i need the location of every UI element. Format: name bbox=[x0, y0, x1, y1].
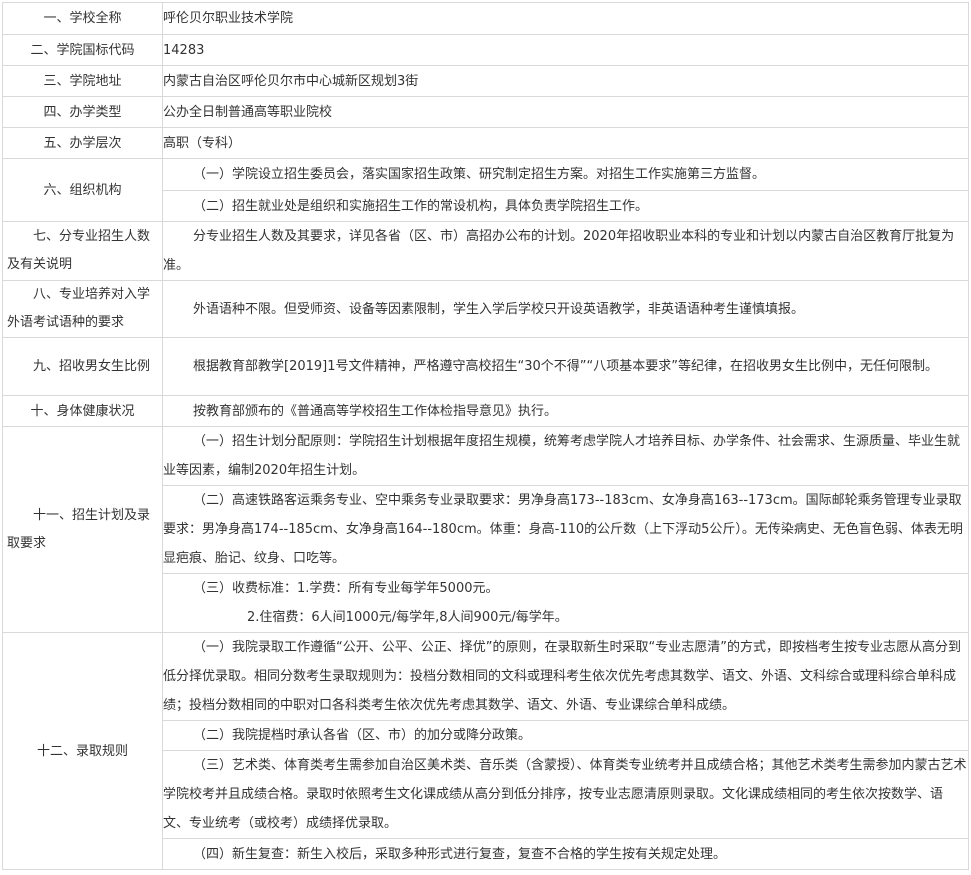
fee-line-1: （三）收费标准：1.学费：所有专业每学年5000元。 bbox=[193, 581, 499, 596]
row-label: 九、招收男女生比例 bbox=[2, 337, 163, 396]
table-row: 四、办学类型 公办全日制普通高等职业院校 bbox=[2, 96, 969, 128]
row-value: 根据教育部教学[2019]1号文件精神，严格遵守高校招生“30个不得”“八项基本… bbox=[162, 337, 969, 396]
row-label: 一、学校全称 bbox=[2, 2, 163, 35]
table-row: 九、招收男女生比例 根据教育部教学[2019]1号文件精神，严格遵守高校招生“3… bbox=[2, 337, 969, 396]
row-label: 八、专业培养对入学外语考试语种的要求 bbox=[2, 280, 163, 338]
admission-info-table: 一、学校全称 呼伦贝尔职业技术学院 二、学院国标代码 14283 三、学院地址 … bbox=[2, 2, 969, 870]
plan-item: （一）招生计划分配原则：学院招生计划根据年度招生规模，统筹考虑学院人才培养目标、… bbox=[162, 426, 969, 486]
table-row: 十一、招生计划及录取要求 （一）招生计划分配原则：学院招生计划根据年度招生规模，… bbox=[2, 426, 969, 633]
rules-item: （四）新生复查：新生入校后，采取多种形式进行复查，复查不合格的学生按有关规定处理… bbox=[162, 838, 969, 870]
row-value: 按教育部颁布的《普通高等学校招生工作体检指导意见》执行。 bbox=[162, 395, 969, 427]
table-row: 八、专业培养对入学外语考试语种的要求 外语语种不限。但受师资、设备等因素限制，学… bbox=[2, 280, 969, 338]
row-label: 二、学院国标代码 bbox=[2, 34, 163, 66]
row-label: 七、分专业招生人数及有关说明 bbox=[2, 221, 163, 281]
row-label: 十一、招生计划及录取要求 bbox=[2, 426, 163, 633]
org-item: （二）招生就业处是组织和实施招生工作的常设机构，具体负责学院招生工作。 bbox=[162, 190, 969, 222]
table-row: 三、学院地址 内蒙古自治区呼伦贝尔市中心城新区规划3街 bbox=[2, 65, 969, 97]
row-label: 四、办学类型 bbox=[2, 96, 163, 128]
row-value: 高职（专科） bbox=[162, 127, 969, 159]
table-row: 一、学校全称 呼伦贝尔职业技术学院 bbox=[2, 2, 969, 35]
table-row: 二、学院国标代码 14283 bbox=[2, 34, 969, 66]
table-row: 十二、录取规则 （一）我院录取工作遵循“公开、公平、公正、择优”的原则，在录取新… bbox=[2, 632, 969, 870]
rules-item: （二）我院提档时承认各省（区、市）的加分或降分政策。 bbox=[162, 720, 969, 751]
row-value: 内蒙古自治区呼伦贝尔市中心城新区规划3街 bbox=[162, 65, 969, 97]
table-row: 十、身体健康状况 按教育部颁布的《普通高等学校招生工作体检指导意见》执行。 bbox=[2, 395, 969, 427]
rules-item: （三）艺术类、体育类考生需参加自治区美术类、音乐类（含蒙授）、体育类专业统考并且… bbox=[162, 750, 969, 839]
row-value: 公办全日制普通高等职业院校 bbox=[162, 96, 969, 128]
org-item: （一）学院设立招生委员会，落实国家招生政策、研究制定招生方案。对招生工作实施第三… bbox=[162, 158, 969, 191]
row-value: 呼伦贝尔职业技术学院 bbox=[162, 2, 969, 35]
row-value: 14283 bbox=[162, 34, 969, 66]
table-row: 五、办学层次 高职（专科） bbox=[2, 127, 969, 159]
row-label: 五、办学层次 bbox=[2, 127, 163, 159]
plan-fee: （三）收费标准：1.学费：所有专业每学年5000元。 2.住宿费：6人间1000… bbox=[162, 573, 969, 633]
table-row: 七、分专业招生人数及有关说明 分专业招生人数及其要求，详见各省（区、市）高招办公… bbox=[2, 221, 969, 281]
fee-line-2: 2.住宿费：6人间1000元/每学年,8人间900元/每学年。 bbox=[247, 610, 568, 625]
row-label: 十、身体健康状况 bbox=[2, 395, 163, 427]
table-row: 六、组织机构 （一）学院设立招生委员会，落实国家招生政策、研究制定招生方案。对招… bbox=[2, 158, 969, 222]
row-label: 三、学院地址 bbox=[2, 65, 163, 97]
rules-item: （一）我院录取工作遵循“公开、公平、公正、择优”的原则，在录取新生时采取“专业志… bbox=[162, 632, 969, 721]
row-label: 六、组织机构 bbox=[2, 158, 163, 222]
plan-item: （二）高速铁路客运乘务专业、空中乘务专业录取要求：男净身高173--183cm、… bbox=[162, 485, 969, 574]
row-label: 十二、录取规则 bbox=[2, 632, 163, 870]
row-value: 外语语种不限。但受师资、设备等因素限制，学生入学后学校只开设英语教学，非英语语种… bbox=[162, 280, 969, 338]
row-value: 分专业招生人数及其要求，详见各省（区、市）高招办公布的计划。2020年招收职业本… bbox=[162, 221, 969, 281]
